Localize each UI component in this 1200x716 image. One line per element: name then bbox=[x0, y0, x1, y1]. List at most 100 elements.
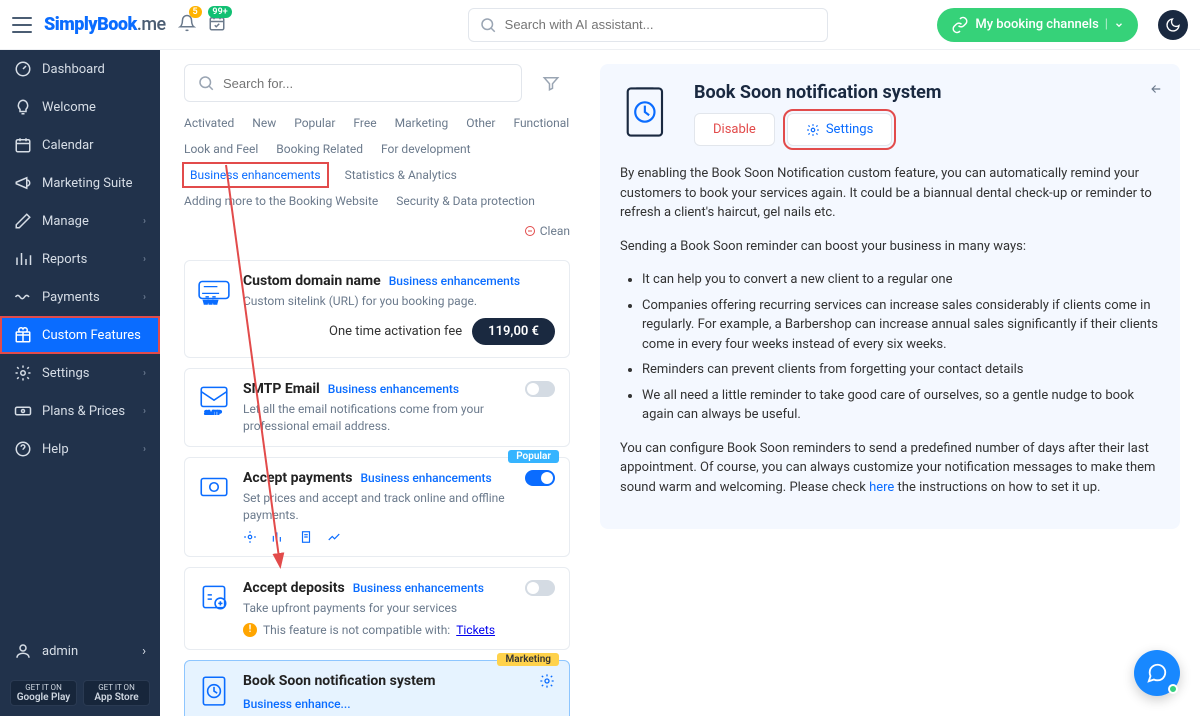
para3-post: the instructions on how to set it up. bbox=[894, 480, 1100, 495]
feature-card-smtp-email[interactable]: SMTPSMTP EmailBusiness enhancementsLet a… bbox=[184, 368, 570, 448]
instructions-link[interactable]: here bbox=[869, 480, 894, 495]
sidebar-item-label: Dashboard bbox=[42, 62, 105, 77]
filter-tab-activated[interactable]: Activated bbox=[184, 112, 234, 134]
chevron-right-icon: › bbox=[142, 644, 146, 659]
feature-toggle[interactable] bbox=[525, 470, 555, 486]
user-label: admin bbox=[42, 644, 78, 659]
warning-link[interactable]: Tickets bbox=[456, 623, 495, 637]
receipt-icon[interactable] bbox=[299, 530, 313, 544]
sidebar-item-custom-features[interactable]: Custom Features bbox=[0, 316, 160, 354]
sidebar-item-label: Reports bbox=[42, 252, 87, 267]
notifications-bell[interactable]: 5 bbox=[178, 14, 196, 36]
filter-tab-for-development[interactable]: For development bbox=[381, 138, 471, 160]
sidebar-item-reports[interactable]: Reports › bbox=[0, 240, 160, 278]
clean-filters-button[interactable]: Clean bbox=[524, 216, 570, 246]
calendar-check-icon[interactable]: 99+ bbox=[208, 14, 226, 36]
sidebar-item-settings[interactable]: Settings› bbox=[0, 354, 160, 392]
feature-detail-panel: Book Soon notification system Disable Se… bbox=[580, 50, 1200, 716]
filter-tab-security-data-protection[interactable]: Security & Data protection bbox=[396, 190, 535, 212]
cal-badge: 99+ bbox=[208, 6, 231, 18]
google-play-badge[interactable]: GET IT ON Google Play bbox=[10, 680, 77, 706]
chart-icon[interactable] bbox=[271, 530, 285, 544]
feature-title: Accept payments bbox=[243, 470, 352, 486]
cog-icon bbox=[14, 364, 32, 382]
user-icon bbox=[14, 642, 32, 660]
sidebar-item-help[interactable]: Help› bbox=[0, 430, 160, 468]
logo-suffix: .me bbox=[137, 14, 166, 35]
feature-card-book-soon-notification-system[interactable]: MarketingBook Soon notification systemBu… bbox=[184, 660, 570, 716]
feature-icon bbox=[197, 470, 231, 504]
filter-tab-other[interactable]: Other bbox=[466, 112, 495, 134]
sidebar-item-marketing-suite[interactable]: Marketing Suite bbox=[0, 164, 160, 202]
feature-toggle[interactable] bbox=[525, 381, 555, 397]
trend-icon[interactable] bbox=[327, 530, 341, 544]
chat-fab[interactable] bbox=[1134, 650, 1180, 696]
feature-title: Book Soon notification system bbox=[243, 673, 436, 689]
chevron-right-icon: › bbox=[143, 444, 146, 455]
filter-tab-look-and-feel[interactable]: Look and Feel bbox=[184, 138, 258, 160]
feature-category[interactable]: Business enhancements bbox=[353, 581, 484, 595]
ai-search-input[interactable] bbox=[505, 17, 817, 32]
filter-tab-functional[interactable]: Functional bbox=[513, 112, 569, 134]
booking-channels-button[interactable]: My booking channels | bbox=[937, 8, 1138, 42]
filter-tab-free[interactable]: Free bbox=[353, 112, 376, 134]
sidebar-item-manage[interactable]: Manage› bbox=[0, 202, 160, 240]
feature-category[interactable]: Business enhance... bbox=[243, 697, 351, 711]
logo-main: SimplyBook bbox=[44, 14, 137, 35]
filter-tab-marketing[interactable]: Marketing bbox=[395, 112, 449, 134]
search-icon bbox=[479, 16, 497, 34]
store-top: GET IT ON bbox=[25, 683, 62, 692]
feature-desc: Take upfront payments for your services bbox=[243, 600, 513, 617]
store-name: App Store bbox=[94, 692, 138, 703]
disable-button[interactable]: Disable bbox=[694, 113, 775, 146]
cash-icon bbox=[14, 402, 32, 420]
logo: SimplyBook.me bbox=[44, 14, 166, 35]
settings-button[interactable]: Settings bbox=[787, 113, 892, 146]
store-name: Google Play bbox=[17, 692, 71, 703]
sidebar-item-payments[interactable]: Payments› bbox=[0, 278, 160, 316]
funnel-icon bbox=[542, 74, 560, 92]
bars-icon bbox=[14, 250, 32, 268]
detail-para1: By enabling the Book Soon Notification c… bbox=[620, 164, 1160, 223]
sidebar-item-dashboard[interactable]: Dashboard bbox=[0, 50, 160, 88]
feature-icon: SMTP bbox=[197, 381, 231, 415]
hamburger-menu[interactable] bbox=[12, 17, 32, 33]
collapse-button[interactable] bbox=[1148, 82, 1162, 100]
sidebar-user[interactable]: admin › bbox=[0, 632, 160, 670]
feature-category[interactable]: Business enhancements bbox=[328, 382, 459, 396]
gear-icon[interactable] bbox=[539, 673, 555, 689]
filter-tab-adding-more-to-the-booking-website[interactable]: Adding more to the Booking Website bbox=[184, 190, 378, 212]
ai-search-box[interactable] bbox=[468, 8, 828, 42]
filter-button[interactable] bbox=[532, 64, 570, 102]
sidebar-item-welcome[interactable]: Welcome bbox=[0, 88, 160, 126]
gear-icon[interactable] bbox=[243, 530, 257, 544]
bell-badge: 5 bbox=[189, 6, 202, 18]
dark-mode-toggle[interactable] bbox=[1158, 10, 1188, 40]
gift-icon bbox=[14, 326, 32, 344]
filter-tab-booking-related[interactable]: Booking Related bbox=[276, 138, 363, 160]
filter-tab-popular[interactable]: Popular bbox=[294, 112, 335, 134]
app-store-badge[interactable]: GET IT ON App Store bbox=[83, 680, 150, 706]
feature-category[interactable]: Business enhancements bbox=[360, 471, 491, 485]
gear-icon bbox=[806, 123, 820, 137]
feature-search-box[interactable] bbox=[184, 64, 522, 102]
detail-bullet: Reminders can prevent clients from forge… bbox=[642, 360, 1160, 380]
feature-toggle[interactable] bbox=[525, 580, 555, 596]
feature-card-custom-domain-name[interactable]: wwwCustom domain nameBusiness enhancemen… bbox=[184, 260, 570, 358]
sidebar-item-calendar[interactable]: Calendar bbox=[0, 126, 160, 164]
moon-icon bbox=[1165, 17, 1181, 33]
filter-tab-new[interactable]: New bbox=[252, 112, 276, 134]
feature-card-accept-payments[interactable]: PopularAccept paymentsBusiness enhanceme… bbox=[184, 457, 570, 557]
detail-bullet: Companies offering recurring services ca… bbox=[642, 296, 1160, 355]
filter-tab-business-enhancements[interactable]: Business enhancements bbox=[184, 164, 327, 186]
filter-tab-statistics-analytics[interactable]: Statistics & Analytics bbox=[345, 164, 457, 186]
disable-label: Disable bbox=[713, 122, 756, 137]
feature-card-accept-deposits[interactable]: Accept depositsBusiness enhancementsTake… bbox=[184, 567, 570, 650]
feature-search-input[interactable] bbox=[223, 76, 509, 91]
chat-icon bbox=[1146, 662, 1168, 684]
sidebar-item-label: Welcome bbox=[42, 100, 96, 115]
detail-para3: You can configure Book Soon reminders to… bbox=[620, 439, 1160, 498]
sidebar-item-plans-&-prices[interactable]: Plans & Prices› bbox=[0, 392, 160, 430]
feature-category[interactable]: Business enhancements bbox=[389, 274, 520, 288]
chevron-right-icon: › bbox=[143, 254, 146, 265]
